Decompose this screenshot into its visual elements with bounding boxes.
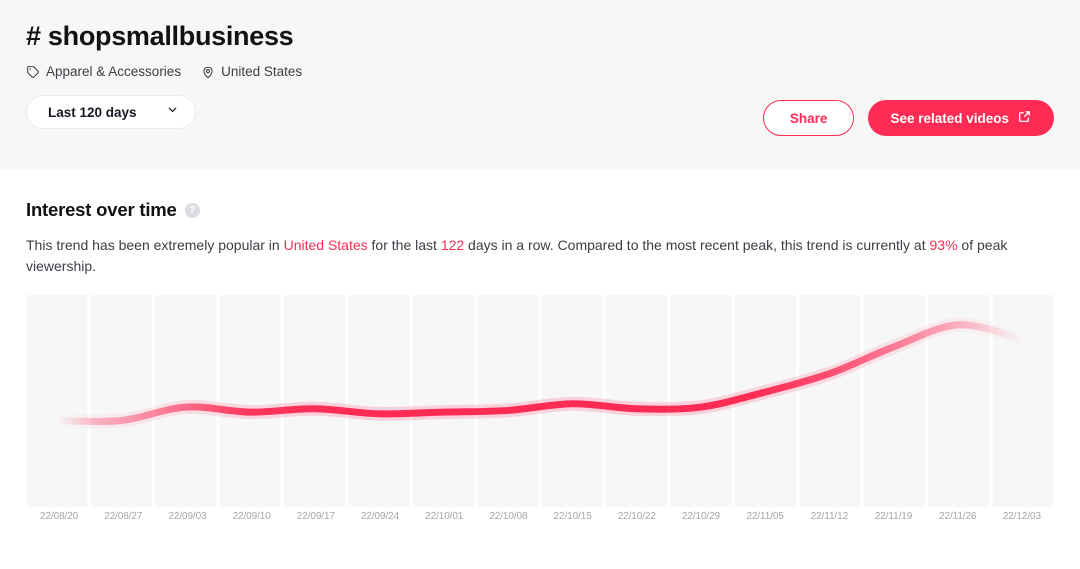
section-title-row: Interest over time ? (26, 198, 1054, 222)
x-axis-tick: 22/11/26 (926, 511, 990, 522)
x-axis-tick: 22/08/27 (91, 511, 155, 522)
desc-part-3: days in a row. Compared to the most rece… (464, 237, 929, 253)
desc-part-2: for the last (368, 237, 441, 253)
chart-band (864, 295, 925, 507)
x-axis-tick: 22/09/17 (284, 511, 348, 522)
header-actions: Share See related videos (763, 100, 1054, 136)
desc-percent: 93% (930, 237, 958, 253)
region-label: United States (221, 62, 302, 82)
share-button[interactable]: Share (763, 100, 855, 136)
chart-band (799, 295, 860, 507)
x-axis-tick: 22/11/12 (797, 511, 861, 522)
interest-over-time-section: Interest over time ? This trend has been… (0, 170, 1080, 522)
section-description: This trend has been extremely popular in… (26, 235, 1054, 277)
chart-band (284, 295, 345, 507)
chart-band (219, 295, 280, 507)
chart-band (477, 295, 538, 507)
date-range-dropdown[interactable]: Last 120 days (26, 95, 196, 129)
page-header: # shopsmallbusiness Apparel & Accessorie… (0, 0, 1080, 170)
external-link-icon (1017, 109, 1032, 127)
meta-row: Apparel & Accessories United States (26, 62, 1054, 82)
x-axis-tick: 22/10/22 (605, 511, 669, 522)
x-axis-tick: 22/09/10 (220, 511, 284, 522)
date-range-value: Last 120 days (48, 105, 137, 120)
x-axis-tick: 22/11/05 (733, 511, 797, 522)
chart-canvas (26, 295, 1054, 507)
chart-x-axis: 22/08/2022/08/2722/09/0322/09/1022/09/17… (26, 511, 1054, 522)
x-axis-tick: 22/08/20 (27, 511, 91, 522)
chart-band (90, 295, 151, 507)
x-axis-tick: 22/11/19 (861, 511, 925, 522)
x-axis-tick: 22/10/29 (669, 511, 733, 522)
chart-band (348, 295, 409, 507)
chart-band (26, 295, 87, 507)
chevron-down-icon (166, 103, 179, 121)
x-axis-tick: 22/10/08 (476, 511, 540, 522)
tag-icon (26, 65, 40, 79)
location-pin-icon (201, 65, 215, 79)
category-meta: Apparel & Accessories (26, 62, 181, 82)
question-mark-icon[interactable]: ? (185, 203, 200, 218)
x-axis-tick: 22/09/24 (348, 511, 412, 522)
x-axis-tick: 22/12/03 (990, 511, 1054, 522)
desc-days: 122 (441, 237, 464, 253)
category-label: Apparel & Accessories (46, 62, 181, 82)
section-title: Interest over time (26, 198, 177, 222)
page-title: # shopsmallbusiness (26, 18, 1054, 54)
chart-band (413, 295, 474, 507)
x-axis-tick: 22/10/01 (412, 511, 476, 522)
region-meta: United States (201, 62, 302, 82)
x-axis-tick: 22/09/03 (155, 511, 219, 522)
see-related-videos-button[interactable]: See related videos (868, 100, 1054, 136)
desc-part-1: This trend has been extremely popular in (26, 237, 284, 253)
see-related-videos-label: See related videos (890, 111, 1009, 126)
interest-over-time-chart[interactable]: 22/08/2022/08/2722/09/0322/09/1022/09/17… (26, 295, 1054, 522)
desc-region: United States (284, 237, 368, 253)
x-axis-tick: 22/10/15 (541, 511, 605, 522)
